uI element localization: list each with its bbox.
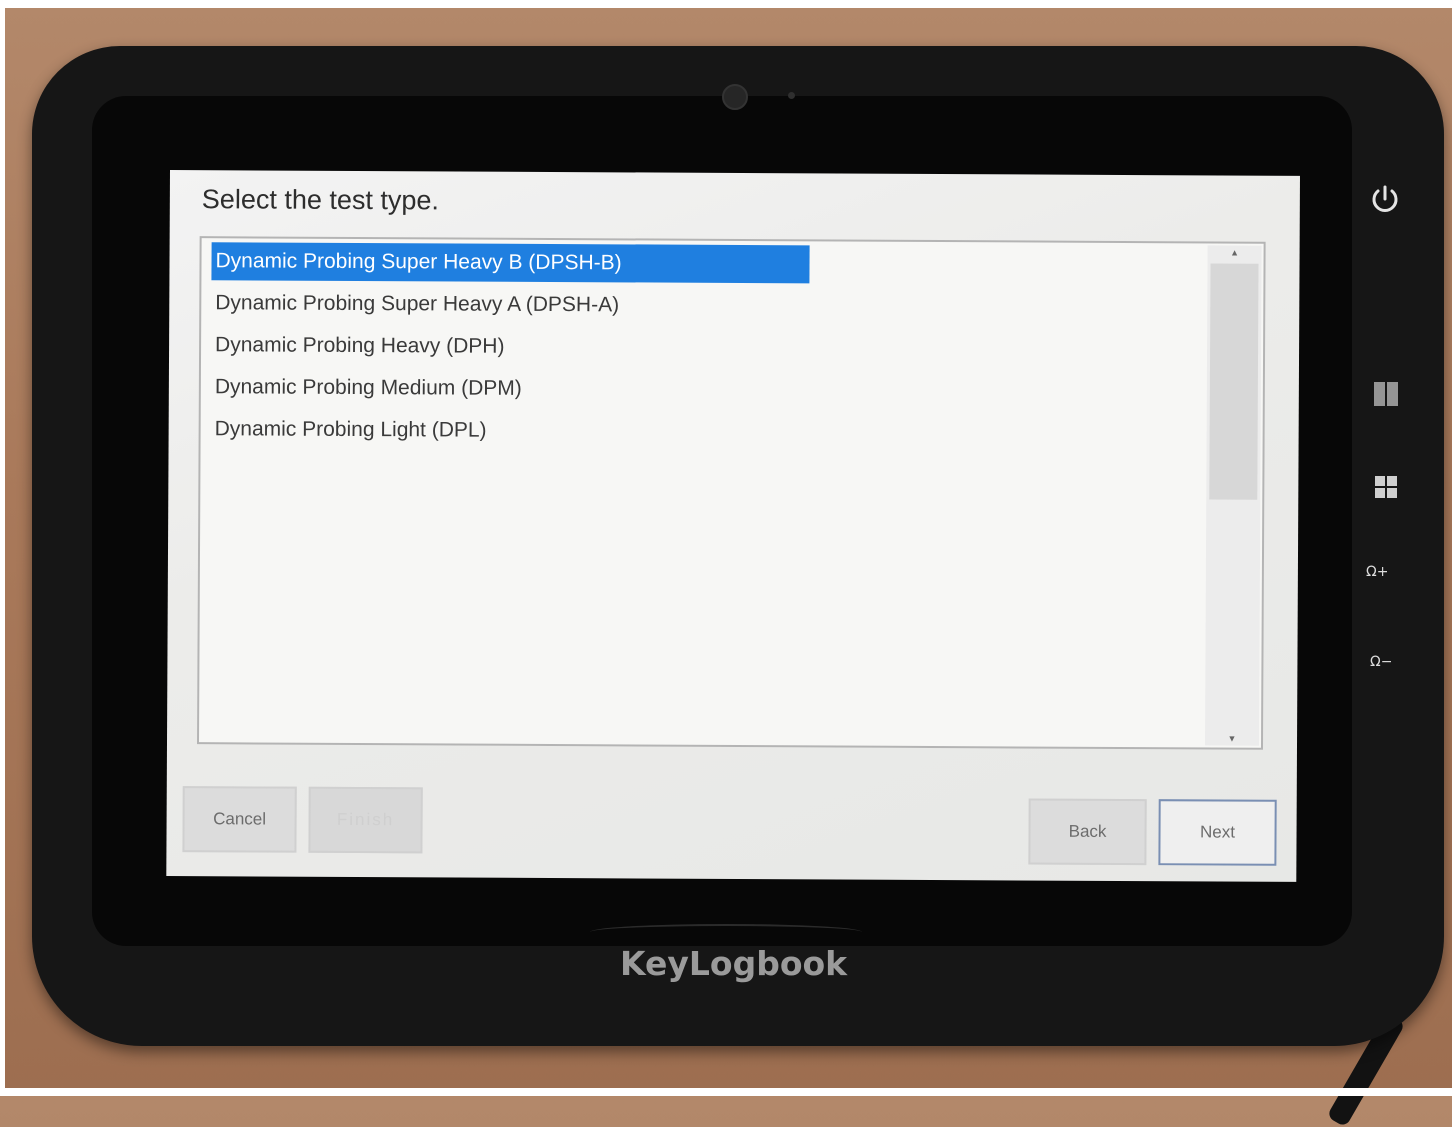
list-scrollbar[interactable]: ▲ ▼ — [1205, 245, 1262, 746]
app-screen: Select the test type. Dynamic Probing Su… — [166, 170, 1300, 882]
finish-button[interactable]: Finish — [308, 786, 423, 854]
grid-icon[interactable] — [1374, 382, 1398, 406]
back-button[interactable]: Back — [1028, 798, 1147, 866]
next-button[interactable]: Next — [1158, 799, 1277, 866]
list-item-dph[interactable]: Dynamic Probing Heavy (DPH) — [211, 326, 505, 366]
volume-up-button[interactable]: Ω+ — [1366, 564, 1388, 580]
logo-ridge — [590, 924, 862, 940]
brand-logo: KeyLogbook — [620, 944, 848, 983]
list-item-dpl[interactable]: Dynamic Probing Light (DPL) — [211, 410, 487, 449]
volume-down-button[interactable]: Ω− — [1370, 654, 1392, 670]
cancel-button[interactable]: Cancel — [182, 786, 297, 853]
prompt-text: Select the test type. — [201, 184, 440, 216]
scroll-up-arrow-icon[interactable]: ▲ — [1208, 247, 1262, 258]
scroll-down-arrow-icon[interactable]: ▼ — [1205, 733, 1259, 744]
list-item-dpsh-a[interactable]: Dynamic Probing Super Heavy A (DPSH-A) — [211, 284, 619, 324]
power-icon[interactable] — [1368, 182, 1402, 216]
windows-icon[interactable] — [1375, 476, 1397, 498]
front-camera — [722, 84, 748, 110]
scroll-thumb[interactable] — [1209, 263, 1259, 500]
list-item-dpm[interactable]: Dynamic Probing Medium (DPM) — [211, 368, 522, 408]
list-item-dpsh-b[interactable]: Dynamic Probing Super Heavy B (DPSH-B) — [211, 242, 810, 284]
light-sensor — [788, 92, 795, 99]
test-type-listbox[interactable]: Dynamic Probing Super Heavy B (DPSH-B) D… — [196, 236, 1266, 750]
